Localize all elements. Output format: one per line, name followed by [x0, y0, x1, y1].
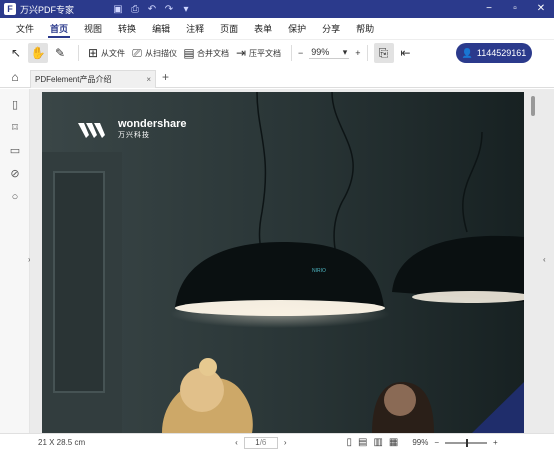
bookmark-icon[interactable]: ⌑ — [0, 116, 30, 139]
save-icon[interactable]: ▣ — [112, 4, 124, 15]
fit-page-icon: ⎘ — [378, 45, 389, 60]
zoom-out-button[interactable]: − — [298, 48, 303, 58]
vertical-scrollbar[interactable] — [531, 96, 535, 116]
next-page-icon[interactable]: › — [284, 438, 287, 447]
menu-bar: 文件 首页 视图 转换 编辑 注释 页面 表单 保护 分享 帮助 — [0, 18, 554, 40]
scanner-icon: ⎚ — [132, 45, 142, 60]
menu-page[interactable]: 页面 — [212, 18, 246, 40]
page-photo: NIRIO — [42, 92, 524, 433]
tab-label: PDFelement产品介绍 — [35, 74, 112, 84]
edit-tool-button[interactable]: ✎ — [52, 43, 68, 63]
prev-page-icon[interactable]: ‹ — [235, 438, 238, 447]
new-tab-button[interactable]: + — [162, 70, 169, 84]
app-title: 万兴PDF专家 — [20, 4, 75, 15]
expand-right-icon[interactable]: ‹ — [543, 255, 546, 264]
view-mode-group: ▯ ▤ ▥ ▦ — [346, 437, 398, 448]
tab-document[interactable]: PDFelement产品介绍 × — [30, 69, 156, 88]
redo-icon[interactable]: ↷ — [163, 4, 175, 15]
app-logo-icon: F — [4, 3, 16, 15]
status-zoom: 99% − + — [412, 438, 497, 447]
wondershare-logo: wondershare 万兴科技 — [78, 119, 186, 140]
menu-share[interactable]: 分享 — [314, 18, 348, 40]
add-file-icon: ⊞ — [87, 46, 99, 60]
divider — [366, 45, 368, 61]
brand-name-cn: 万兴科技 — [118, 132, 150, 139]
fit-page-button[interactable]: ⎘ — [373, 43, 394, 63]
user-icon: 👤 — [461, 47, 473, 58]
close-icon[interactable]: × — [146, 75, 151, 84]
continuous-view-icon[interactable]: ▤ — [358, 437, 367, 448]
left-sidebar: ▯ ⌑ ▭ ⊘ ○ › — [0, 89, 31, 433]
status-zoom-value: 99% — [412, 438, 429, 447]
page-size: 21 X 28.5 cm — [38, 438, 86, 447]
select-tool-button[interactable]: ↖ — [8, 43, 24, 63]
page-navigation: ‹ 1/6 › — [235, 436, 287, 449]
menu-home[interactable]: 首页 — [42, 18, 76, 40]
status-zoom-out[interactable]: − — [434, 438, 439, 447]
brand-name: wondershare — [118, 118, 187, 130]
page-thumbnails-icon[interactable]: ▯ — [0, 93, 30, 116]
menu-edit[interactable]: 编辑 — [144, 18, 178, 40]
zoom-control: − 99% ▾ + — [298, 47, 361, 59]
hand-icon: ✋ — [30, 46, 46, 60]
compress-icon: ⇥ — [235, 46, 247, 60]
compress-button[interactable]: ⇥ 压平文档 — [233, 43, 281, 63]
hand-tool-button[interactable]: ✋ — [28, 43, 48, 63]
status-zoom-in[interactable]: + — [493, 438, 498, 447]
zoom-select[interactable]: 99% ▾ — [309, 47, 350, 59]
zoom-slider-thumb[interactable] — [466, 438, 469, 447]
zoom-slider[interactable] — [445, 438, 488, 447]
fit-width-icon: ⇤ — [400, 46, 411, 60]
two-page-view-icon[interactable]: ▥ — [373, 437, 382, 448]
comment-icon[interactable]: ▭ — [0, 139, 30, 162]
fit-width-button[interactable]: ⇤ — [398, 43, 414, 63]
home-toolbar: ↖ ✋ ✎ ⊞ 从文件 ⎚ 从扫描仪 ▤ 合并文档 ⇥ 压平文档 − 99% ▾ + ⎘ … — [0, 40, 554, 66]
menu-help[interactable]: 帮助 — [348, 18, 382, 40]
page-number-input[interactable]: 1/6 — [243, 436, 278, 449]
maximize-button[interactable]: ▫ — [502, 0, 528, 18]
customize-icon[interactable]: ▾ — [180, 4, 192, 15]
document-page: NIRIO wondershare 万兴科技 — [42, 92, 524, 433]
menu-convert[interactable]: 转换 — [110, 18, 144, 40]
two-page-continuous-icon[interactable]: ▦ — [389, 437, 398, 448]
account-button[interactable]: 👤 1144529161 — [456, 43, 532, 63]
divider — [291, 45, 292, 61]
undo-icon[interactable]: ↶ — [146, 4, 158, 15]
print-icon[interactable]: ⎙ — [129, 4, 141, 15]
cursor-icon: ↖ — [10, 46, 22, 60]
combine-icon: ▤ — [183, 46, 195, 60]
tab-bar: ⌂ PDFelement产品介绍 × + — [0, 66, 554, 88]
status-bar: 21 X 28.5 cm ‹ 1/6 › ▯ ▤ ▥ ▦ 99% − + — [0, 433, 554, 451]
combine-button[interactable]: ▤ 合并文档 — [181, 43, 229, 63]
menu-form[interactable]: 表单 — [246, 18, 280, 40]
home-icon[interactable]: ⌂ — [0, 70, 30, 84]
from-scanner-button[interactable]: ⎚ 从扫描仪 — [129, 43, 177, 63]
edit-icon: ✎ — [54, 46, 66, 60]
attachment-icon[interactable]: ⊘ — [0, 162, 30, 185]
wondershare-logo-mark-icon — [78, 122, 105, 138]
single-page-view-icon[interactable]: ▯ — [346, 437, 352, 448]
menu-protect[interactable]: 保护 — [280, 18, 314, 40]
chevron-down-icon: ▾ — [342, 47, 348, 57]
lamp-label: NIRIO — [312, 268, 326, 274]
minimize-button[interactable]: − — [476, 0, 502, 18]
from-file-button[interactable]: ⊞ 从文件 — [85, 43, 125, 63]
zoom-in-button[interactable]: + — [355, 48, 360, 58]
close-button[interactable]: ✕ — [528, 0, 554, 18]
divider — [78, 45, 79, 61]
title-bar: F 万兴PDF专家 ▣ ⎙ ↶ ↷ ▾ − ▫ ✕ — [0, 0, 554, 18]
menu-file[interactable]: 文件 — [8, 18, 42, 40]
menu-view[interactable]: 视图 — [76, 18, 110, 40]
menu-comment[interactable]: 注释 — [178, 18, 212, 40]
search-icon[interactable]: ○ — [0, 185, 30, 208]
